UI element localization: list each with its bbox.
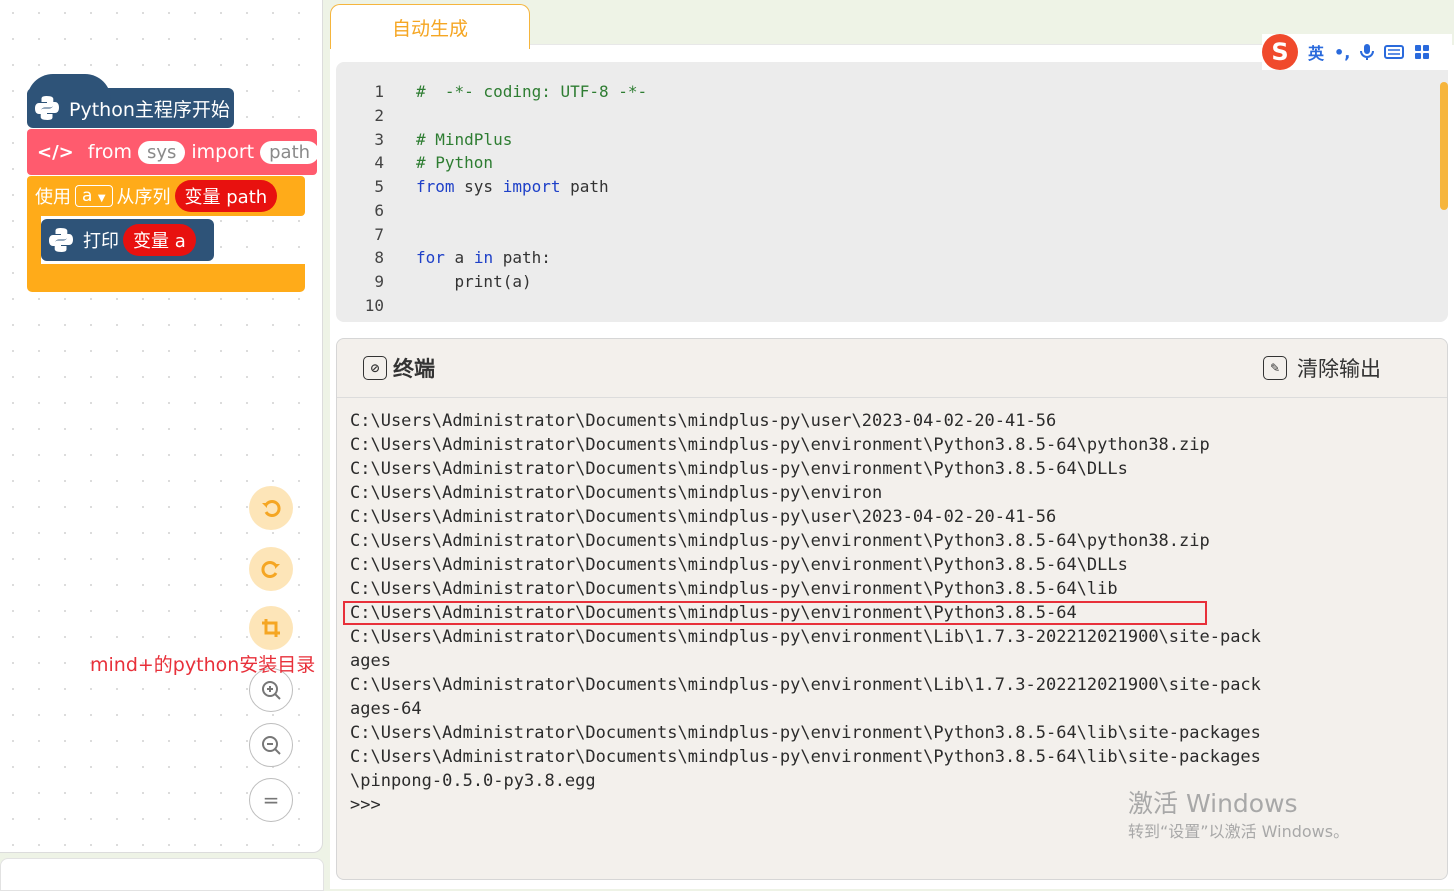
code-line: 4 # Python [374, 153, 494, 172]
for-each-block[interactable]: 使用 a ▼ 从序列 变量 path [27, 176, 305, 216]
output-line: C:\Users\Administrator\Documents\mindplu… [350, 675, 1261, 695]
tab-auto-generate[interactable]: 自动生成 [330, 4, 530, 49]
output-line: C:\Users\Administrator\Documents\mindplu… [350, 579, 1118, 599]
code-line: 7 [374, 225, 384, 244]
ime-punctuation-toggle[interactable]: •, [1334, 43, 1350, 62]
for-block-arm [27, 210, 41, 270]
import-keyword: import [191, 141, 255, 163]
sogou-logo-icon: S [1262, 34, 1298, 70]
output-line: C:\Users\Administrator\Documents\mindplu… [350, 531, 1210, 551]
crop-cleanup-button[interactable] [249, 606, 293, 650]
crop-icon [262, 619, 280, 637]
code-line: 8 for a in path: [374, 248, 551, 267]
import-from-keyword: from [87, 141, 132, 163]
python-main-start-block[interactable]: Python主程序开始 [27, 74, 234, 128]
output-line: \pinpong-0.5.0-py3.8.egg [350, 771, 596, 791]
clear-output-button[interactable]: ✎ 清除输出 [1263, 353, 1381, 383]
annotation-label: mind+的python安装目录 [90, 654, 316, 676]
apps-grid-icon[interactable] [1414, 44, 1430, 60]
output-line: C:\Users\Administrator\Documents\mindplu… [350, 747, 1261, 767]
windows-activation-title: 激活 Windows [1128, 789, 1298, 818]
terminal-title: ⊘ 终端 [363, 353, 435, 383]
import-name-field[interactable]: path [260, 140, 320, 164]
code-line: 5 from sys import path [374, 177, 609, 196]
output-line: C:\Users\Administrator\Documents\mindplu… [350, 459, 1128, 479]
python-main-start-label: Python主程序开始 [69, 98, 230, 121]
loop-variable-dropdown[interactable]: a ▼ [75, 185, 113, 207]
keyboard-icon[interactable] [1384, 45, 1405, 59]
import-block[interactable]: </> from sys import path [27, 129, 320, 175]
code-line: 10 [364, 296, 384, 315]
zoom-reset-button[interactable]: = [249, 778, 293, 822]
output-line: ages-64 [350, 699, 422, 719]
terminal-header: ⊘ 终端 ✎ 清除输出 [337, 339, 1447, 398]
output-line: C:\Users\Administrator\Documents\mindplu… [350, 555, 1128, 575]
for-block-bottom [27, 264, 305, 292]
output-line: C:\Users\Administrator\Documents\mindplu… [350, 435, 1210, 455]
zoom-in-icon [262, 681, 281, 700]
broom-icon: ✎ [1263, 356, 1287, 380]
highlight-box [343, 601, 1207, 625]
code-editor[interactable]: 1 # -*- coding: UTF-8 -*- 2 3 # MindPlus 4… [336, 62, 1448, 322]
output-line: C:\Users\Administrator\Documents\mindplu… [350, 483, 883, 503]
python-icon [49, 228, 73, 252]
for-use-label: 使用 [35, 187, 71, 208]
print-block[interactable]: 打印 变量 a [41, 219, 214, 261]
dropdown-arrow-icon: ▼ [97, 193, 106, 204]
import-module-field[interactable]: sys [137, 140, 186, 164]
zoom-out-button[interactable] [249, 723, 293, 767]
equals-icon: = [262, 788, 280, 812]
output-line: C:\Users\Administrator\Documents\mindplu… [350, 627, 1261, 647]
microphone-icon[interactable] [1360, 43, 1375, 61]
link-icon: ⊘ [363, 356, 387, 380]
for-from-seq-label: 从序列 [116, 187, 171, 208]
redo-icon [261, 561, 280, 578]
undo-icon [262, 500, 281, 517]
output-line: C:\Users\Administrator\Documents\mindplu… [350, 723, 1261, 743]
redo-button[interactable] [249, 547, 293, 591]
output-line: ages [350, 651, 391, 671]
undo-button[interactable] [249, 486, 293, 530]
variable-a-reporter[interactable]: 变量 a [123, 224, 196, 256]
code-line: 6 [374, 201, 384, 220]
zoom-out-icon [262, 736, 281, 755]
ime-toolbar[interactable]: S 英 •, [1262, 34, 1452, 70]
code-icon: </> [37, 141, 74, 163]
code-line: 1 # -*- coding: UTF-8 -*- [374, 82, 648, 101]
code-line: 2 [374, 106, 384, 125]
editor-scrollbar[interactable] [1440, 82, 1448, 210]
variable-path-reporter[interactable]: 变量 path [174, 180, 278, 212]
terminal-prompt[interactable]: >>> [350, 793, 1261, 817]
print-label: 打印 [83, 231, 119, 252]
workspace-bottom-panel [0, 858, 324, 891]
python-icon [35, 96, 59, 120]
windows-activation-hint: 转到“设置”以激活 Windows。 [1128, 822, 1350, 841]
output-line: C:\Users\Administrator\Documents\mindplu… [350, 507, 1057, 527]
code-line: 9 print(a) [374, 272, 532, 291]
ime-mode-toggle[interactable]: 英 [1308, 40, 1324, 64]
output-line: C:\Users\Administrator\Documents\mindplu… [350, 411, 1057, 431]
code-line: 3 # MindPlus [374, 130, 513, 149]
